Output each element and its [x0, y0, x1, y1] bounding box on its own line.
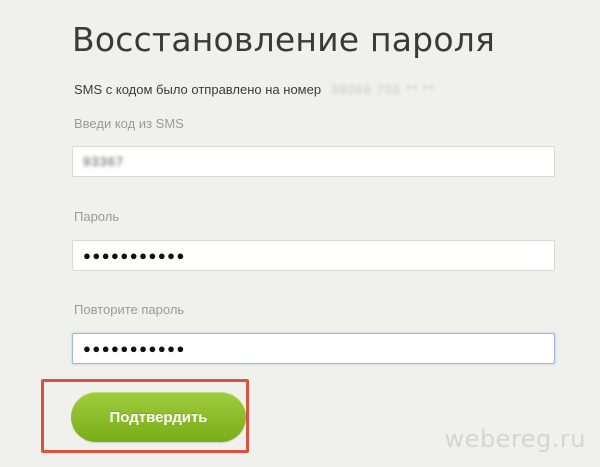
sms-code-input[interactable]: 93367: [72, 146, 555, 177]
sms-code-value: 93367: [83, 154, 125, 169]
repeat-password-value: ●●●●●●●●●●●: [83, 341, 186, 356]
confirm-button[interactable]: Подтвердить: [71, 392, 246, 442]
repeat-password-label: Повторите пароль: [74, 302, 185, 317]
sms-notice: SMS с кодом было отправлено на номер 380…: [74, 82, 435, 97]
repeat-password-input[interactable]: ●●●●●●●●●●●: [72, 333, 555, 364]
page-title: Восстановление пароля: [72, 20, 496, 59]
password-input[interactable]: ●●●●●●●●●●●: [72, 240, 555, 271]
masked-phone-number: 38066 756 ** **: [330, 82, 435, 97]
code-label: Введи код из SMS: [74, 116, 184, 131]
sms-notice-text: SMS с кодом было отправлено на номер: [74, 82, 322, 97]
password-label: Пароль: [74, 209, 120, 224]
password-recovery-page: Восстановление пароля SMS с кодом было о…: [0, 0, 600, 467]
watermark: webereg.ru: [444, 425, 586, 453]
password-value: ●●●●●●●●●●●: [83, 248, 186, 263]
